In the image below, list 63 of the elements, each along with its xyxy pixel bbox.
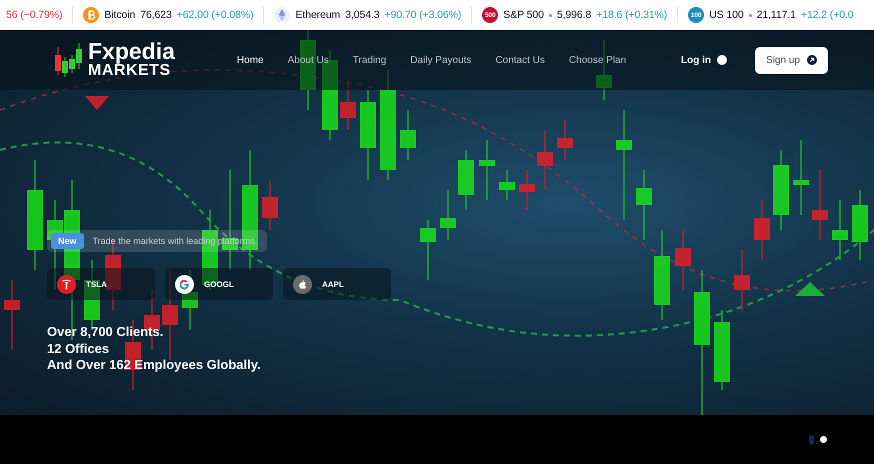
down-triangle-icon	[85, 96, 109, 110]
ethereum-icon	[274, 7, 290, 23]
candlestick	[537, 130, 553, 190]
login-link[interactable]: Log in	[681, 54, 727, 66]
ticker-price: 76,623	[140, 9, 172, 21]
candlestick	[400, 110, 416, 160]
nav-link[interactable]: Choose Plan	[556, 54, 638, 66]
candlestick	[754, 200, 770, 260]
stock-card[interactable]: GOOGL	[165, 268, 273, 300]
bitcoin-icon	[83, 7, 100, 23]
ticker-change: +12.2 (+0.0	[800, 9, 854, 21]
nav-link[interactable]: Contact Us	[483, 54, 557, 66]
candlestick	[675, 230, 691, 290]
candlestick	[499, 170, 515, 200]
stock-card[interactable]: TSLA	[47, 268, 155, 300]
ticker-change: +62.00 (+0.08%)	[176, 9, 254, 21]
candlestick	[4, 280, 20, 350]
signup-button[interactable]: Sign up	[755, 46, 828, 74]
ticker-change: 56 (−0.79%)	[6, 9, 62, 21]
separator-dot	[548, 14, 552, 16]
tesla-logo-icon	[57, 274, 76, 294]
stock-label: AAPL	[322, 280, 344, 288]
logo-text: Fxpedia	[88, 41, 175, 64]
ticker-name: S&P 500	[503, 9, 544, 21]
ticker-price: 5,996.8	[556, 9, 592, 21]
ticker-name: Bitcoin	[104, 9, 136, 21]
logo-text: MARKETS	[88, 63, 171, 79]
headline-text: 12 Offices	[47, 340, 110, 357]
candlestick	[458, 150, 474, 210]
new-badge: New	[51, 233, 84, 249]
candlestick	[734, 250, 750, 310]
google-logo-icon	[175, 274, 194, 294]
nav-link[interactable]: Daily Payouts	[398, 54, 484, 66]
carousel-dot[interactable]	[820, 436, 827, 443]
candlestick	[479, 140, 495, 200]
ticker-change: +90.70 (+3.06%)	[384, 9, 462, 21]
nav-link[interactable]: Home	[224, 54, 276, 66]
ticker-name: Ethereum	[295, 9, 340, 21]
candlestick	[340, 80, 356, 130]
arrow-icon	[806, 55, 817, 65]
candlestick	[832, 200, 848, 260]
stock-label: TSLA	[86, 280, 107, 288]
up-triangle-icon	[795, 282, 825, 296]
candlestick	[557, 120, 573, 160]
stock-label: GOOGL	[204, 280, 234, 288]
candlestick	[420, 220, 436, 280]
stock-card[interactable]: AAPL	[283, 268, 391, 300]
candlestick	[262, 180, 278, 230]
nav-link[interactable]: Trading	[340, 54, 398, 66]
separator-dot	[748, 14, 752, 16]
nav-link[interactable]: About Us	[276, 54, 341, 66]
ticker-change: +18.6 (+0.31%)	[596, 9, 668, 21]
candlestick-logo-icon	[54, 43, 82, 77]
candlestick	[812, 170, 828, 240]
candlestick	[852, 190, 868, 260]
candlestick	[519, 170, 535, 210]
apple-logo-icon	[293, 274, 312, 294]
candlestick	[636, 170, 652, 240]
ticker-price: 21,117.1	[756, 9, 796, 21]
ticker-name: US 100	[709, 9, 744, 21]
candlestick	[182, 270, 198, 330]
candlestick	[440, 190, 456, 240]
ticker-price: 3,054.3	[345, 9, 380, 21]
